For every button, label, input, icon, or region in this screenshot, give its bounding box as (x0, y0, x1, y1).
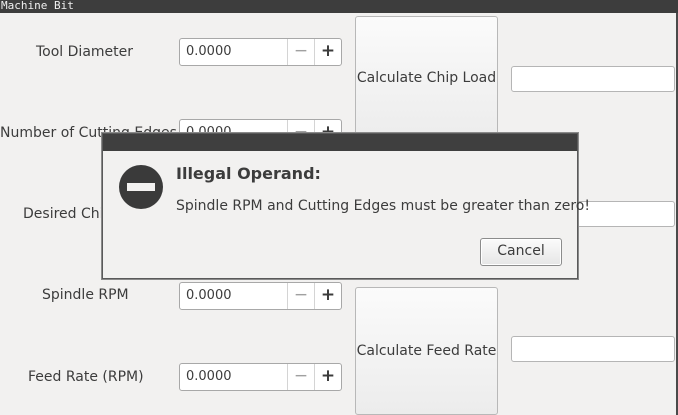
tool-diameter-increment-button[interactable]: + (314, 39, 341, 65)
spindle-rpm-increment-button[interactable]: + (314, 283, 341, 309)
feed-rate-result-field[interactable] (511, 336, 675, 362)
cancel-button[interactable]: Cancel (480, 238, 562, 266)
spindle-rpm-label: Spindle RPM (42, 287, 129, 303)
dialog-title: Illegal Operand: (176, 164, 321, 183)
dialog-titlebar (103, 134, 577, 151)
spindle-rpm-spinbox[interactable]: 0.0000 − + (179, 282, 342, 310)
dialog-message: Spindle RPM and Cutting Edges must be gr… (176, 198, 590, 214)
stop-icon (119, 165, 163, 209)
tool-diameter-spinbox[interactable]: 0.0000 − + (179, 38, 342, 66)
error-dialog: Illegal Operand: Spindle RPM and Cutting… (102, 133, 590, 279)
spindle-rpm-value[interactable]: 0.0000 (186, 288, 232, 303)
feed-rate-spinbox[interactable]: 0.0000 − + (179, 363, 342, 391)
tool-diameter-value[interactable]: 0.0000 (186, 44, 232, 59)
calculate-chip-load-button[interactable]: Calculate Chip Load (355, 16, 498, 140)
feed-rate-increment-button[interactable]: + (314, 364, 341, 390)
feed-rate-label: Feed Rate (RPM) (28, 369, 144, 385)
tool-diameter-label: Tool Diameter (36, 44, 134, 60)
feed-rate-decrement-button[interactable]: − (287, 364, 314, 390)
spindle-rpm-decrement-button[interactable]: − (287, 283, 314, 309)
feed-rate-value[interactable]: 0.0000 (186, 369, 232, 384)
window-titlebar: Machine Bit (0, 0, 678, 13)
tool-diameter-decrement-button[interactable]: − (287, 39, 314, 65)
calculate-feed-rate-button[interactable]: Calculate Feed Rate (355, 287, 498, 415)
desired-chip-label: Desired Chip (23, 206, 113, 222)
chip-load-result-field[interactable] (511, 66, 675, 92)
window-title: Machine Bit (1, 0, 74, 12)
